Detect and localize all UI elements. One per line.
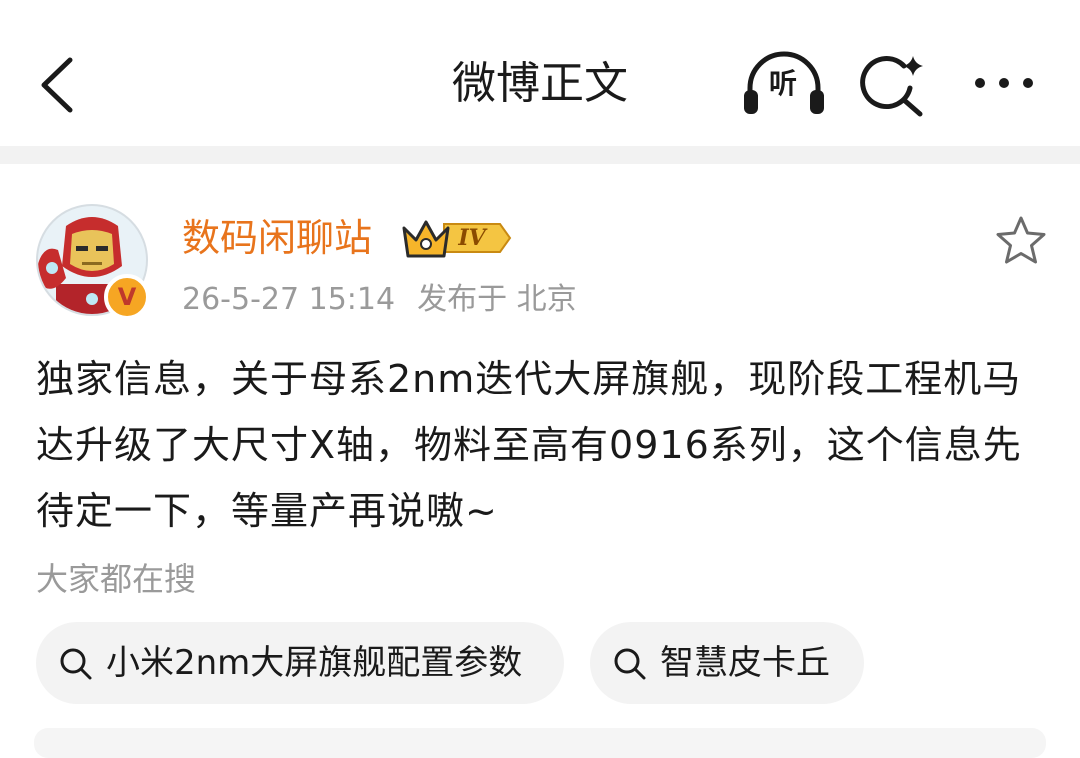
search-sparkle-icon (860, 56, 923, 117)
post-timestamp: 26-5-27 15:14 (182, 282, 396, 317)
search-button[interactable] (858, 50, 932, 120)
listen-button[interactable]: 听 (740, 48, 828, 118)
verified-badge: V (104, 274, 150, 320)
hot-search-title: 大家都在搜 (36, 560, 197, 598)
hot-search-chip[interactable]: 智慧皮卡丘 (590, 622, 864, 704)
back-button[interactable] (28, 50, 88, 116)
vip-level: IV (458, 225, 486, 251)
post-location: 北京 (516, 282, 577, 317)
search-icon (614, 648, 646, 680)
listen-label: 听 (768, 67, 797, 100)
page-title: 微博正文 (452, 58, 628, 109)
hot-search-chip-label: 小米2nm大屏旗舰配置参数 (106, 643, 523, 683)
hot-search-chip-label: 智慧皮卡丘 (660, 643, 830, 683)
star-outline-icon (996, 216, 1046, 264)
more-options-button[interactable] (966, 60, 1042, 106)
search-icon (60, 648, 92, 680)
favorite-button[interactable] (994, 214, 1048, 268)
top-nav-bar: 微博正文 听 (0, 0, 1080, 146)
location-prefix: 发布于 (417, 282, 508, 317)
chevron-left-icon (41, 57, 73, 113)
section-divider (0, 146, 1080, 164)
post-content: 独家信息，关于母系2nm迭代大屏旗舰，现阶段工程机马达升级了大尺寸X轴，物料至高… (36, 357, 1022, 533)
hot-search-chip[interactable]: 小米2nm大屏旗舰配置参数 (36, 622, 564, 704)
author-name[interactable]: 数码闲聊站 (182, 210, 372, 266)
post-meta: 26-5-27 15:14 发布于 北京 (182, 278, 577, 322)
next-card (34, 728, 1046, 758)
more-dots-icon (975, 78, 1033, 88)
